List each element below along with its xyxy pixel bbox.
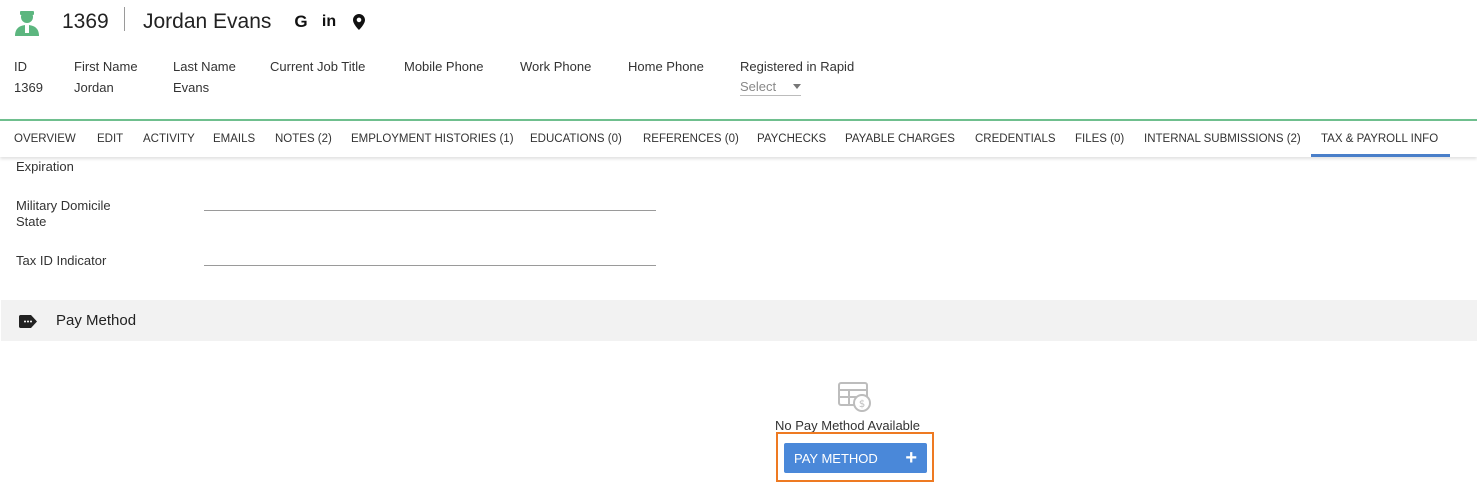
tab-notes[interactable]: NOTES (2) [275,121,332,157]
field-job-title: Current Job Title [270,58,365,75]
tax-id-indicator-field[interactable] [204,265,656,266]
tab-activity[interactable]: ACTIVITY [143,121,195,157]
tab-files[interactable]: FILES (0) [1075,121,1124,157]
add-pay-method-button-label: PAY METHOD [794,450,878,466]
chevron-down-icon [793,84,801,89]
field-first-name-label: First Name [74,59,138,74]
field-registered-rapid-label: Registered in Rapid [740,59,855,74]
military-domicile-label-state: State [16,214,47,229]
tag-icon [19,315,37,328]
record-header: 1369 Jordan Evans G in ID 1369 First Nam… [0,0,1477,119]
military-domicile-state-field[interactable] [204,210,656,211]
expiration-label: Expiration [16,159,74,174]
field-work-phone-label: Work Phone [520,59,592,74]
pay-method-section-title: Pay Method [56,312,137,329]
svg-text:$: $ [859,399,865,410]
field-last-name-label: Last Name [173,59,236,74]
tab-educations[interactable]: EDUCATIONS (0) [530,121,622,157]
plus-icon: + [905,447,917,469]
registered-rapid-select-value: Select [740,79,777,94]
tab-bar: OVERVIEW EDIT ACTIVITY EMAILS NOTES (2) … [0,119,1477,157]
field-id: ID 1369 [14,58,43,96]
location-pin-icon[interactable] [350,13,368,31]
tab-edit[interactable]: EDIT [97,121,123,157]
tab-payable-charges[interactable]: PAYABLE CHARGES [845,121,955,157]
tab-internal-submissions[interactable]: INTERNAL SUBMISSIONS (2) [1144,121,1301,157]
tab-credentials[interactable]: CREDENTIALS [975,121,1056,157]
registered-rapid-select[interactable]: Select [740,78,801,96]
google-icon[interactable]: G [292,12,310,31]
person-icon [15,11,39,36]
header-divider [124,7,125,31]
field-work-phone: Work Phone [520,58,591,75]
field-first-name: First Name Jordan [74,58,138,96]
field-id-value: 1369 [14,80,43,95]
tab-overview[interactable]: OVERVIEW [14,121,76,157]
pay-method-empty-icon: $ [838,382,871,412]
tab-emails[interactable]: EMAILS [213,121,255,157]
pay-method-section-header: Pay Method [1,300,1477,341]
field-registered-rapid: Registered in Rapid [740,58,854,75]
tab-employment-histories[interactable]: EMPLOYMENT HISTORIES (1) [351,121,514,157]
field-mobile-phone-label: Mobile Phone [404,59,484,74]
field-last-name-value: Evans [173,80,210,95]
no-pay-method-text: No Pay Method Available [775,418,921,433]
field-first-name-value: Jordan [74,80,114,95]
linkedin-icon[interactable]: in [320,13,338,31]
tab-tax-payroll-info[interactable]: TAX & PAYROLL INFO [1311,121,1450,157]
record-id: 1369 [62,10,109,33]
tab-paychecks[interactable]: PAYCHECKS [757,121,826,157]
add-pay-method-button[interactable]: PAY METHOD + [784,443,927,473]
tab-references[interactable]: REFERENCES (0) [643,121,739,157]
field-home-phone-label: Home Phone [628,59,704,74]
field-home-phone: Home Phone [628,58,704,75]
record-name: Jordan Evans [143,10,272,33]
field-mobile-phone: Mobile Phone [404,58,484,75]
field-job-title-label: Current Job Title [270,59,366,74]
tax-id-indicator-label: Tax ID Indicator [16,253,107,268]
field-last-name: Last Name Evans [173,58,236,96]
military-domicile-label: Military Domicile [16,198,111,213]
field-id-label: ID [14,59,27,74]
